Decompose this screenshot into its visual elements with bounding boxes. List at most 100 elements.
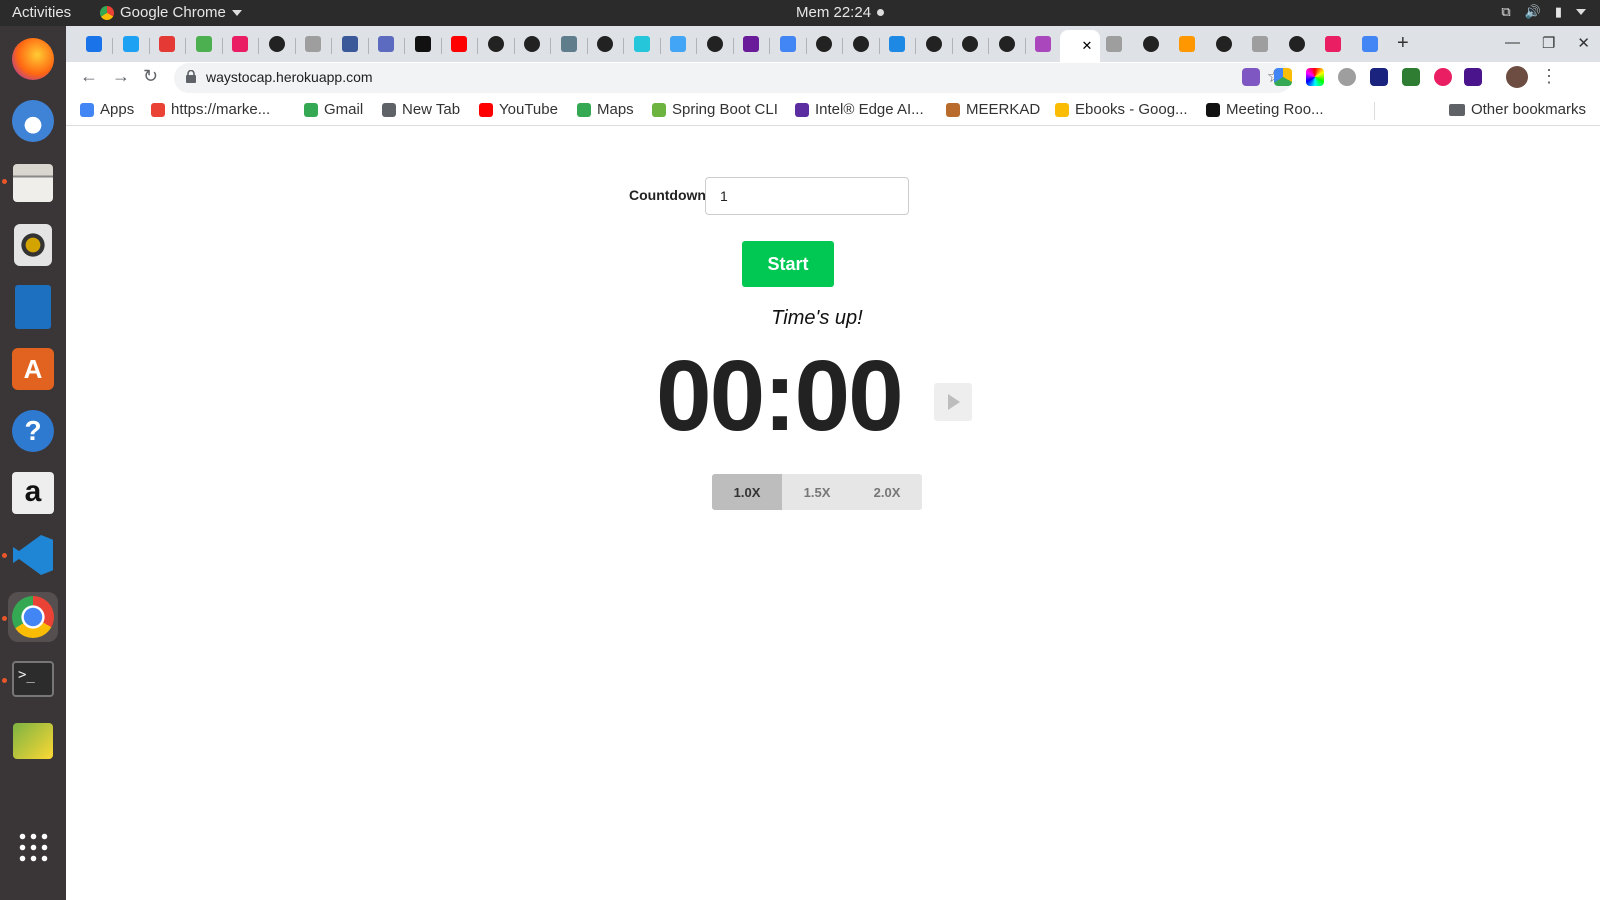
browser-tab[interactable] [372,32,400,56]
vscode-launcher[interactable] [8,530,58,580]
menu-icon[interactable]: ⋮ [1540,66,1558,87]
start-button[interactable]: Start [742,241,834,287]
browser-tab[interactable] [664,32,692,56]
writer-launcher[interactable] [8,282,58,332]
speed-option[interactable]: 2.0X [852,474,922,510]
reload-button[interactable]: ↻ [143,66,158,87]
browser-tab[interactable] [190,32,218,56]
tab-separator [258,38,259,54]
browser-tab[interactable] [80,32,108,56]
other-bookmarks[interactable]: Other bookmarks [1448,101,1586,118]
bookmark-item[interactable]: Ebooks - Goog... [1055,101,1188,118]
browser-tab[interactable] [409,32,437,56]
extension-icon[interactable] [1402,68,1420,86]
bookmark-item[interactable]: Apps [80,101,134,118]
countdown-input[interactable] [705,177,909,215]
image-viewer-launcher[interactable] [8,716,58,766]
browser-tab[interactable] [737,32,765,56]
address-bar[interactable]: waystocap.herokuapp.com ☆ [174,63,1292,93]
bookmark-item[interactable]: Meeting Roo... [1206,101,1324,118]
new-tab-button[interactable]: + [1397,32,1409,55]
rhythmbox-launcher[interactable] [8,220,58,270]
software-launcher[interactable]: A [8,344,58,394]
help-launcher[interactable]: ? [8,406,58,456]
browser-tab[interactable] [1210,32,1238,56]
tab-separator [1024,38,1026,54]
favicon-icon [1035,36,1051,52]
browser-tab[interactable] [1246,32,1274,56]
browser-tab[interactable] [810,32,838,56]
browser-tab[interactable] [956,32,984,56]
extension-icon[interactable] [1464,68,1482,86]
clock[interactable]: Mem 22:24 [796,4,885,21]
browser-tab[interactable] [993,32,1021,56]
calendar-extension-icon[interactable] [1242,68,1260,86]
drive-extension-icon[interactable] [1274,68,1292,86]
browser-tab[interactable] [920,32,948,56]
bookmark-item[interactable]: MEERKAD [946,101,1040,118]
close-window-button[interactable]: ✕ [1577,34,1590,52]
files-launcher[interactable] [8,158,58,208]
close-tab-icon[interactable]: ✕ [1082,38,1093,54]
vimium-extension-icon[interactable] [1370,68,1388,86]
extension-icon[interactable] [1434,68,1452,86]
browser-tab[interactable] [1173,32,1201,56]
browser-tab[interactable] [263,32,291,56]
browser-tab[interactable] [336,32,364,56]
firefox-launcher[interactable] [8,34,58,84]
browser-tab[interactable] [153,32,181,56]
favicon-icon [487,36,504,52]
color-extension-icon[interactable] [1306,68,1324,86]
amazon-launcher[interactable]: a [8,468,58,518]
browser-tab[interactable] [445,32,473,56]
system-tray[interactable]: ⧉ 🔊 ▮ [1501,4,1586,20]
bookmarks-bar: Other bookmarks Apps https://marke... Gmai… [66,94,1600,126]
dark-mode-extension-icon[interactable] [1338,68,1356,86]
browser-tab[interactable] [482,32,510,56]
back-button[interactable]: ← [80,66,98,87]
browser-tab[interactable] [1029,32,1057,56]
bookmark-item[interactable]: YouTube [479,101,558,118]
bookmark-item[interactable]: Spring Boot CLI [652,101,778,118]
browser-tab[interactable] [1100,32,1128,56]
browser-tab[interactable] [774,32,802,56]
speed-option[interactable]: 1.0X [712,474,782,510]
tab-separator [404,38,405,54]
terminal-launcher[interactable]: >_ [8,654,58,704]
browser-tab[interactable] [1137,32,1165,56]
browser-tab[interactable] [701,32,729,56]
active-tab[interactable]: ✕ [1060,30,1100,62]
bookmark-label: New Tab [402,101,461,118]
browser-tab[interactable] [299,32,327,56]
activities-button[interactable]: Activities [12,4,71,21]
restore-button[interactable]: ❐ [1542,34,1555,52]
browser-tab[interactable] [591,32,619,56]
bookmark-item[interactable]: Gmail [304,101,363,118]
browser-tab[interactable] [518,32,546,56]
browser-tab[interactable] [847,32,875,56]
play-button[interactable] [934,383,972,421]
browser-tab[interactable] [1283,32,1311,56]
forward-button[interactable]: → [112,66,130,87]
browser-tab[interactable] [1319,32,1347,56]
tab-separator [221,38,223,54]
bookmark-item[interactable]: Intel® Edge AI... [795,101,924,118]
countdown-label: Countdown: [629,187,711,203]
bookmark-item[interactable]: https://marke... [151,101,270,118]
browser-tab[interactable] [628,32,656,56]
minimize-button[interactable]: — [1505,34,1520,52]
bookmark-icon [1055,102,1069,117]
bookmark-item[interactable]: Maps [577,101,634,118]
show-applications-button[interactable] [8,822,58,872]
browser-tab[interactable] [1356,32,1384,56]
browser-tab[interactable] [555,32,583,56]
browser-tab[interactable] [883,32,911,56]
thunderbird-launcher[interactable] [8,96,58,146]
browser-tab[interactable] [226,32,254,56]
profile-avatar[interactable] [1506,66,1528,88]
browser-tab[interactable] [117,32,145,56]
speed-option[interactable]: 1.5X [782,474,852,510]
bookmark-item[interactable]: New Tab [382,101,460,118]
app-menu[interactable]: Google Chrome [100,4,242,21]
chrome-launcher[interactable] [8,592,58,642]
